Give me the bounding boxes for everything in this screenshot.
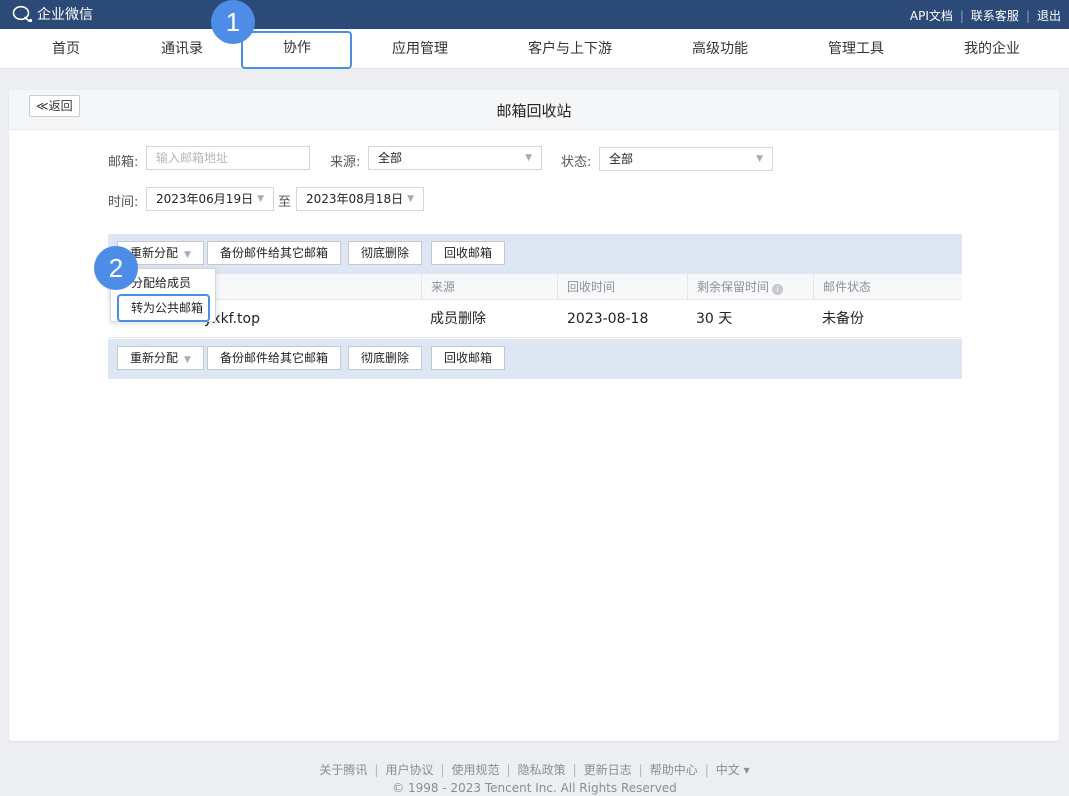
cell-mail-status: 未备份 — [822, 311, 864, 327]
separator: | — [638, 763, 643, 777]
main-nav: 首页 通讯录 协作 应用管理 客户与上下游 高级功能 管理工具 我的企业 — [0, 29, 1069, 69]
table-header: 来源 回收时间 剩余保留时间 i 邮件状态 — [108, 274, 962, 300]
email-input[interactable]: 输入邮箱地址 — [146, 146, 310, 170]
footer-link-terms[interactable]: 用户协议 — [385, 763, 433, 777]
recover-button-bottom[interactable]: 回收邮箱 — [431, 346, 506, 370]
action-toolbar-bottom: 重新分配 ▼ 备份邮件给其它邮箱 彻底删除 回收邮箱 — [108, 339, 962, 379]
info-icon[interactable]: i — [772, 284, 784, 295]
nav-tools[interactable]: 管理工具 — [828, 29, 884, 69]
column-header-mail-status: 邮件状态 — [813, 274, 871, 300]
nav-contacts[interactable]: 通讯录 — [161, 29, 203, 69]
top-links: API文档 | 联系客服 | 退出 — [910, 7, 1061, 24]
column-header-remaining: 剩余保留时间 i — [687, 274, 784, 300]
action-toolbar-top: 重新分配 ▼ 备份邮件给其它邮箱 彻底删除 回收邮箱 — [108, 234, 962, 274]
chevron-down-icon: ▼ — [756, 154, 763, 164]
step-badge-1: 1 — [211, 0, 255, 44]
footer-link-help[interactable]: 帮助中心 — [650, 763, 698, 777]
footer-link-privacy[interactable]: 隐私政策 — [518, 763, 566, 777]
time-label: 时间: — [108, 195, 139, 210]
separator: | — [374, 763, 379, 777]
source-select-value: 全部 — [378, 151, 403, 165]
cell-recycle-time: 2023-08-18 — [567, 311, 649, 327]
top-bar: 企业微信 API文档 | 联系客服 | 退出 — [0, 0, 1069, 29]
nav-app-management[interactable]: 应用管理 — [392, 29, 448, 69]
nav-home[interactable]: 首页 — [52, 29, 80, 69]
date-to-picker[interactable]: 2023年08月18日 ▼ — [296, 187, 424, 211]
logout-link[interactable]: 退出 — [1037, 7, 1061, 24]
chevron-down-icon: ▼ — [184, 355, 191, 365]
nav-customers[interactable]: 客户与上下游 — [528, 29, 612, 69]
cell-source: 成员删除 — [430, 311, 486, 327]
nav-my-enterprise[interactable]: 我的企业 — [964, 29, 1020, 69]
nav-advanced[interactable]: 高级功能 — [692, 29, 748, 69]
language-select[interactable]: 中文 ▾ — [716, 763, 750, 777]
cell-remaining: 30 天 — [696, 311, 733, 327]
column-header-remaining-label: 剩余保留时间 — [697, 280, 770, 294]
copyright: © 1998 - 2023 Tencent Inc. All Rights Re… — [392, 781, 677, 795]
column-header-recycle-time: 回收时间 — [557, 274, 615, 300]
backup-button[interactable]: 备份邮件给其它邮箱 — [207, 241, 342, 265]
table-row[interactable]: yxkf.top 成员删除 2023-08-18 30 天 未备份 — [108, 300, 962, 338]
chevron-down-icon: ▼ — [407, 194, 414, 204]
date-to-value: 2023年08月18日 — [306, 192, 404, 206]
source-select[interactable]: 全部 ▼ — [368, 146, 542, 170]
footer-link-changelog[interactable]: 更新日志 — [584, 763, 632, 777]
date-to-label: 至 — [278, 195, 292, 210]
date-from-picker[interactable]: 2023年06月19日 ▼ — [146, 187, 274, 211]
menu-item-highlight — [117, 294, 210, 322]
status-label: 状态: — [561, 155, 592, 170]
footer-link-about[interactable]: 关于腾讯 — [319, 763, 367, 777]
footer-links: 关于腾讯 | 用户协议 | 使用规范 | 隐私政策 | 更新日志 | 帮助中心 | 中文 ▾ — [0, 761, 1069, 778]
separator: | — [959, 8, 964, 23]
chevron-down-icon: ▼ — [184, 250, 191, 260]
status-select[interactable]: 全部 ▼ — [599, 147, 773, 171]
date-from-value: 2023年06月19日 — [156, 192, 254, 206]
separator: | — [572, 763, 577, 777]
reassign-button-label: 重新分配 — [130, 351, 179, 365]
column-header-source: 来源 — [421, 274, 455, 300]
status-select-value: 全部 — [609, 152, 634, 166]
wecom-logo-icon — [12, 5, 33, 23]
api-docs-link[interactable]: API文档 — [910, 7, 953, 24]
step-badge-2: 2 — [94, 246, 138, 290]
reassign-button-bottom[interactable]: 重新分配 ▼ — [117, 346, 204, 370]
delete-button[interactable]: 彻底删除 — [348, 241, 423, 265]
separator: | — [1025, 8, 1030, 23]
delete-button-bottom[interactable]: 彻底删除 — [348, 346, 423, 370]
nav-highlight — [241, 31, 352, 69]
separator: | — [440, 763, 445, 777]
app-name: 企业微信 — [37, 7, 93, 23]
chevron-down-icon: ▼ — [257, 194, 264, 204]
separator: | — [506, 763, 511, 777]
page-title: 邮箱回收站 — [496, 102, 572, 120]
panel-header: ≪返回 邮箱回收站 — [9, 90, 1059, 130]
source-label: 来源: — [330, 155, 361, 170]
footer-link-rules[interactable]: 使用规范 — [452, 763, 500, 777]
logo[interactable]: 企业微信 — [12, 4, 93, 24]
chevron-down-icon: ▼ — [525, 153, 532, 163]
separator: | — [704, 763, 709, 777]
contact-support-link[interactable]: 联系客服 — [971, 7, 1019, 24]
recover-button[interactable]: 回收邮箱 — [431, 241, 506, 265]
reassign-button-label: 重新分配 — [130, 246, 179, 260]
backup-button-bottom[interactable]: 备份邮件给其它邮箱 — [207, 346, 342, 370]
email-label: 邮箱: — [108, 155, 139, 170]
